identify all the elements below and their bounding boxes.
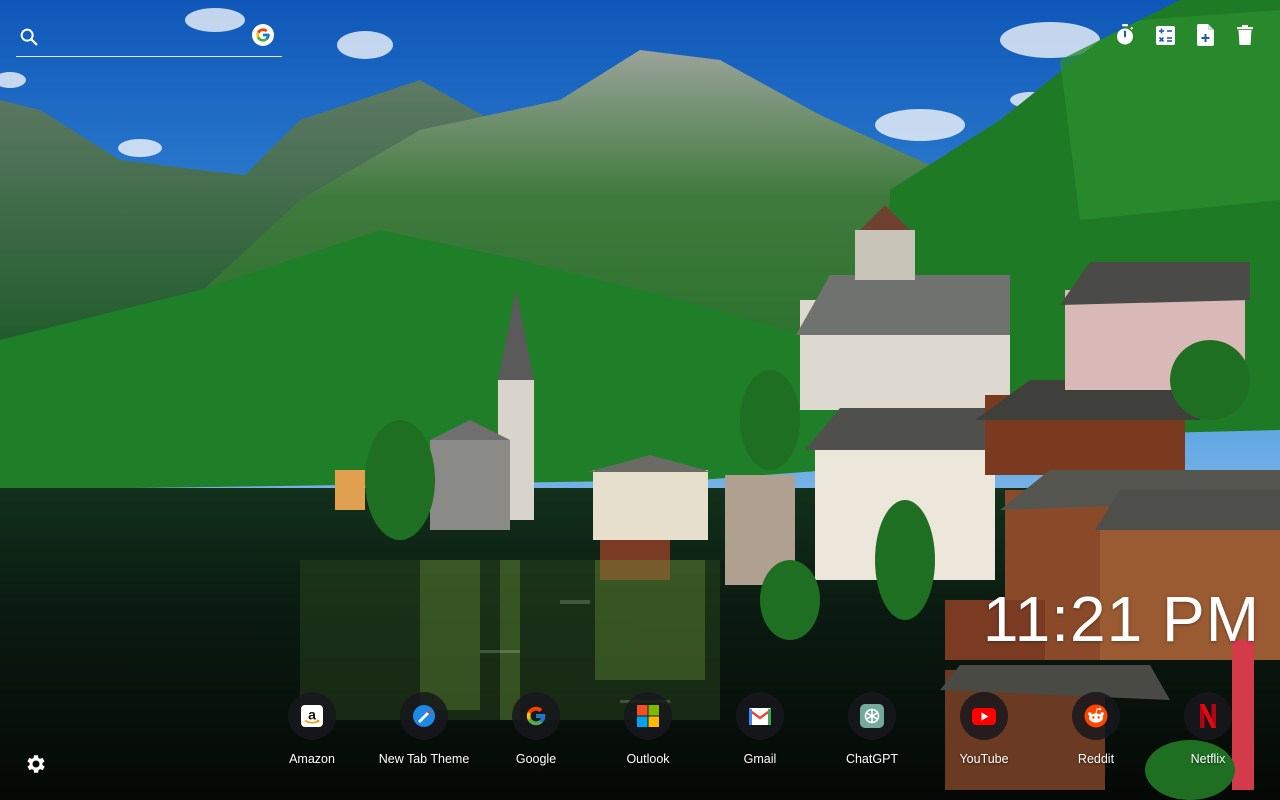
google-icon: [526, 706, 546, 726]
toolbar: [1114, 24, 1256, 46]
gmail-icon: [749, 707, 771, 725]
shortcut-youtube[interactable]: YouTube: [928, 692, 1040, 766]
chatgpt-icon: [860, 704, 884, 728]
stopwatch-icon: [1117, 24, 1134, 45]
microsoft-icon: [637, 705, 659, 727]
shortcut-amazon[interactable]: a Amazon: [256, 692, 368, 766]
background-wallpaper: [0, 0, 1280, 800]
settings-button[interactable]: [24, 752, 48, 776]
calculator-icon: [1155, 25, 1175, 45]
shortcut-label: Netflix: [1190, 752, 1226, 766]
calculator-button[interactable]: [1154, 24, 1176, 46]
trash-icon: [1237, 25, 1253, 45]
search-input[interactable]: [52, 26, 246, 52]
shortcut-netflix[interactable]: Netflix: [1152, 692, 1264, 766]
timer-button[interactable]: [1114, 24, 1136, 46]
shortcut-chatgpt[interactable]: ChatGPT: [816, 692, 928, 766]
shortcut-label: Google: [515, 752, 557, 766]
search-icon: [20, 28, 38, 46]
shortcut-google[interactable]: Google: [480, 692, 592, 766]
new-note-button[interactable]: [1194, 24, 1216, 46]
gear-icon: [27, 755, 45, 773]
search-bar[interactable]: [16, 20, 282, 57]
shortcut-label: Gmail: [743, 752, 777, 766]
shortcuts-dock: a Amazon New Tab Theme Google Outlook Gm…: [256, 692, 1264, 766]
google-icon: [256, 28, 270, 42]
shortcut-label: Reddit: [1077, 752, 1115, 766]
new-tab-theme-icon: [413, 705, 435, 727]
search-engine-button[interactable]: [252, 24, 274, 46]
delete-button[interactable]: [1234, 24, 1256, 46]
shortcut-gmail[interactable]: Gmail: [704, 692, 816, 766]
shortcut-label: New Tab Theme: [378, 752, 470, 766]
shortcut-label: Outlook: [626, 752, 670, 766]
clock-display: 11:21 PM: [982, 583, 1260, 655]
add-document-icon: [1196, 24, 1214, 46]
shortcut-label: Amazon: [289, 752, 335, 766]
netflix-icon: [1200, 704, 1216, 728]
shortcut-outlook[interactable]: Outlook: [592, 692, 704, 766]
shortcut-label: ChatGPT: [845, 752, 899, 766]
shortcut-label: YouTube: [959, 752, 1009, 766]
reddit-icon: [1084, 704, 1108, 728]
svg-text:a: a: [308, 707, 316, 723]
shortcut-reddit[interactable]: Reddit: [1040, 692, 1152, 766]
shortcut-new-tab-theme[interactable]: New Tab Theme: [368, 692, 480, 766]
youtube-icon: [972, 707, 996, 725]
amazon-icon: a: [301, 705, 323, 727]
